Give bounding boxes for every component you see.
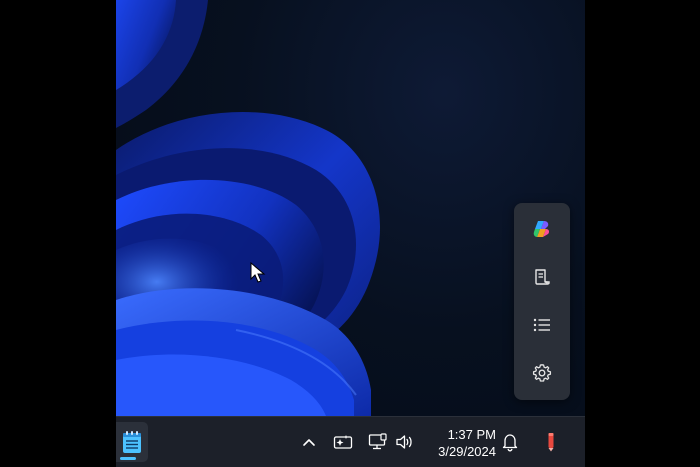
tray-network-button[interactable] [367,431,389,453]
document-icon [535,269,550,285]
settings-button[interactable] [524,355,560,391]
clock[interactable]: 1:37 PM 3/29/2024 [426,426,496,460]
tray-copilot-key-button[interactable] [332,431,354,453]
desktop[interactable]: 1:37 PM 3/29/2024 [116,0,585,467]
volume-icon [396,435,412,449]
active-app-indicator [120,457,136,460]
notes-button[interactable] [524,259,560,295]
pen-menu-button[interactable] [540,431,562,453]
clock-date: 3/29/2024 [438,444,496,459]
bell-icon [502,434,518,452]
show-hidden-icons-button[interactable] [298,431,320,453]
copilot-icon [533,221,550,237]
chevron-up-icon [303,439,315,446]
network-icon [368,433,387,450]
copilot-button[interactable] [524,211,560,247]
clock-time: 1:37 PM [447,427,496,442]
screen-frame: 1:37 PM 3/29/2024 [0,0,700,467]
tray-volume-button[interactable] [394,431,416,453]
notifications-button[interactable] [499,431,521,453]
list-icon [533,318,550,332]
taskbar-app-notepad[interactable] [116,422,148,462]
pen-menu-icon [548,433,554,452]
side-panel [514,203,570,400]
mouse-pointer-icon [250,262,266,283]
copilot-key-icon [333,435,353,449]
notepad-icon [123,431,141,453]
gear-icon [532,364,552,382]
list-button[interactable] [524,307,560,343]
taskbar: 1:37 PM 3/29/2024 [116,416,585,467]
